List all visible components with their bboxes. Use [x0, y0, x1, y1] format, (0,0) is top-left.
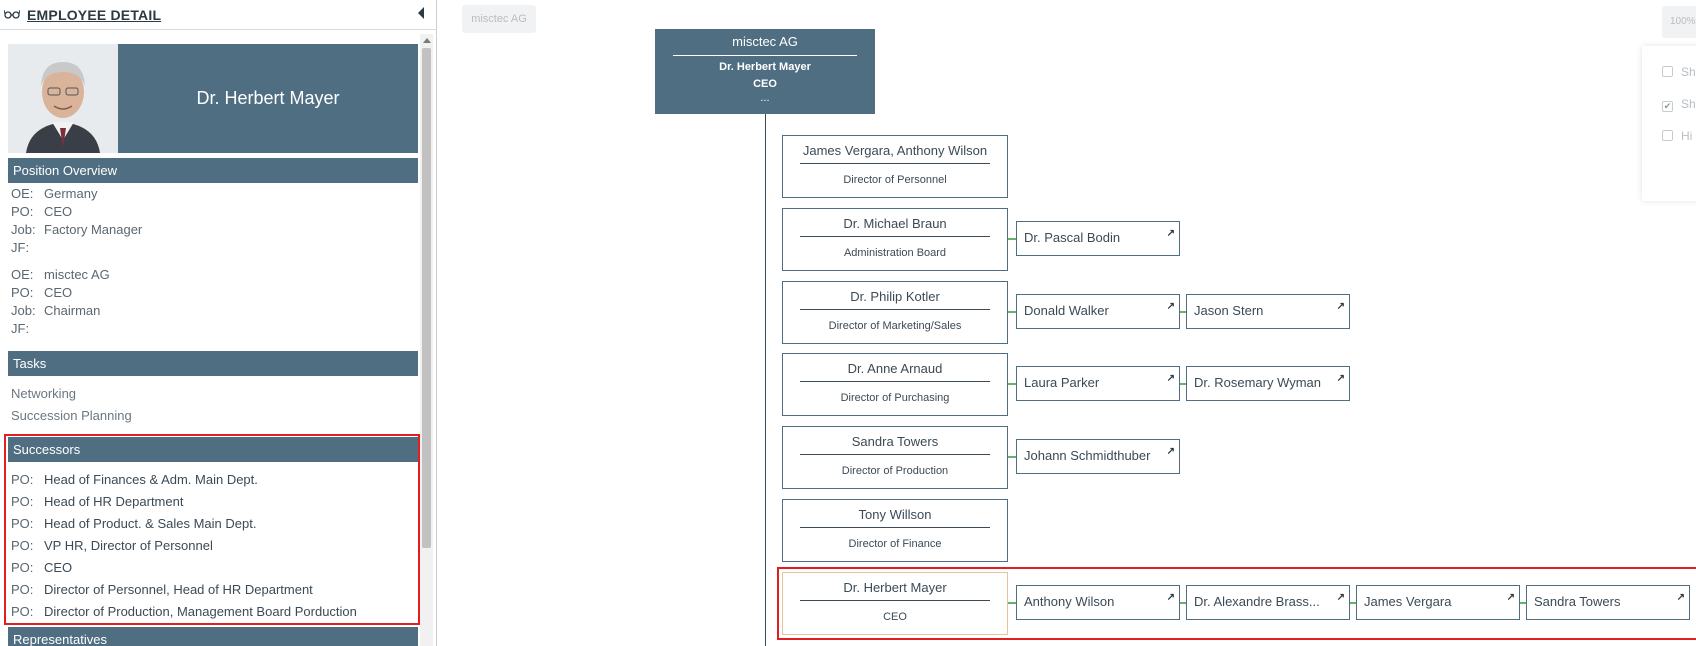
node-person-name: Dr. Philip Kotler: [850, 289, 940, 304]
scrollbar[interactable]: [420, 34, 433, 646]
node-position: Administration Board: [843, 247, 947, 259]
info-row: PO: CEO: [11, 204, 73, 219]
info-row: OE: misctec AG: [11, 267, 110, 282]
successor-card[interactable]: Laura Parker ↗: [1016, 366, 1180, 401]
external-link-icon[interactable]: ↗: [1337, 373, 1345, 384]
section-tasks[interactable]: Tasks: [8, 351, 418, 376]
root-position: CEO: [753, 78, 777, 90]
chevron-left-icon[interactable]: [418, 7, 424, 19]
position-node[interactable]: Sandra Towers Director of Production: [782, 426, 1008, 489]
successor-item[interactable]: PO: Head of HR Department: [11, 493, 183, 511]
divider: [800, 163, 990, 164]
zoom-button[interactable]: 100%: [1662, 6, 1696, 38]
successor-item[interactable]: PO: CEO: [11, 559, 72, 577]
successor-item[interactable]: PO: Head of Finances & Adm. Main Dept.: [11, 471, 258, 489]
external-link-icon[interactable]: ↗: [1167, 446, 1175, 457]
view-options-panel: Sh ✔ Sh Hi: [1642, 46, 1696, 201]
external-link-icon[interactable]: ↗: [1167, 228, 1175, 239]
position-node[interactable]: Dr. Anne Arnaud Director of Purchasing: [782, 353, 1008, 416]
position-node[interactable]: Dr. Philip Kotler Director of Marketing/S…: [782, 281, 1008, 344]
node-position: Director of Marketing/Sales: [828, 320, 962, 332]
successor-item[interactable]: PO: VP HR, Director of Personnel: [11, 537, 213, 555]
external-link-icon[interactable]: ↗: [1337, 301, 1345, 312]
option-item[interactable]: ✔ Sh: [1662, 97, 1696, 113]
successor-item[interactable]: PO: Director of Production, Management Bo…: [11, 603, 357, 621]
external-link-icon[interactable]: ↗: [1167, 301, 1175, 312]
node-position: Director of Personnel: [843, 174, 947, 186]
root-org-name: misctec AG: [732, 34, 798, 49]
successor-name: Donald Walker: [1024, 303, 1109, 318]
divider: [800, 309, 990, 310]
divider: [673, 55, 857, 56]
scroll-up-icon[interactable]: [423, 38, 431, 43]
selected-row-highlight: [777, 567, 1696, 640]
divider: [800, 454, 990, 455]
successor-item[interactable]: PO: Director of Personnel, Head of HR Dep…: [11, 581, 313, 599]
avatar: [8, 44, 118, 153]
successor-card[interactable]: Dr. Rosemary Wyman ↗: [1186, 366, 1350, 401]
task-item: Networking: [11, 386, 77, 401]
checkbox[interactable]: [1662, 66, 1673, 77]
section-position-overview[interactable]: Position Overview: [8, 158, 418, 183]
successor-connector: [1008, 383, 1016, 385]
position-node[interactable]: James Vergara, Anthony Wilson Director of…: [782, 135, 1008, 198]
position-node[interactable]: Dr. Michael Braun Administration Board: [782, 208, 1008, 271]
divider: [800, 527, 990, 528]
successor-connector: [1008, 238, 1016, 240]
breadcrumb-button[interactable]: misctec AG: [462, 5, 536, 33]
successor-name: Dr. Pascal Bodin: [1024, 230, 1121, 245]
checkbox-checked[interactable]: ✔: [1662, 101, 1673, 112]
info-row: JF:: [11, 240, 30, 255]
divider: [800, 236, 990, 237]
employee-detail-panel: EMPLOYEE DETAIL Dr. Herbert Mayer Positi…: [0, 0, 437, 646]
node-person-name: Dr. Anne Arnaud: [847, 361, 943, 376]
position-node[interactable]: Tony Willson Director of Finance: [782, 499, 1008, 562]
node-position: Director of Production: [841, 465, 949, 477]
glasses-icon: [4, 9, 20, 19]
successor-card[interactable]: Dr. Pascal Bodin ↗: [1016, 221, 1180, 256]
panel-title[interactable]: EMPLOYEE DETAIL: [27, 7, 161, 23]
profile-header: Dr. Herbert Mayer: [8, 44, 418, 153]
node-person-name: Sandra Towers: [851, 434, 939, 449]
node-person-name: Dr. Michael Braun: [843, 216, 947, 231]
org-root-node[interactable]: misctec AG Dr. Herbert Mayer CEO ...: [655, 29, 875, 114]
employee-name: Dr. Herbert Mayer: [196, 88, 340, 108]
info-row: Job: Chairman: [11, 303, 101, 318]
successor-name: Dr. Rosemary Wyman: [1194, 375, 1322, 390]
checkbox[interactable]: [1662, 130, 1673, 141]
successor-card[interactable]: Johann Schmidthuber ↗: [1016, 439, 1180, 474]
successor-connector: [1008, 456, 1016, 458]
successor-card[interactable]: Jason Stern ↗: [1186, 294, 1350, 329]
scrollbar-thumb[interactable]: [422, 48, 431, 548]
root-person-name: Dr. Herbert Mayer: [719, 61, 811, 73]
divider: [800, 381, 990, 382]
section-successors[interactable]: Successors: [8, 437, 418, 462]
section-representatives[interactable]: Representatives: [8, 627, 418, 646]
successor-item[interactable]: PO: Head of Product. & Sales Main Dept.: [11, 515, 256, 533]
tree-connector-line: [765, 114, 766, 646]
option-item[interactable]: Sh: [1662, 65, 1696, 81]
successor-name: Johann Schmidthuber: [1024, 448, 1151, 463]
more-icon[interactable]: ...: [655, 92, 875, 104]
node-person-name: Tony Willson: [858, 507, 932, 522]
node-position: Director of Finance: [848, 538, 942, 550]
node-position: Director of Purchasing: [840, 392, 950, 404]
node-person-name: James Vergara, Anthony Wilson: [802, 143, 988, 158]
info-row: Job: Factory Manager: [11, 222, 143, 237]
panel-header: EMPLOYEE DETAIL: [0, 0, 437, 30]
successor-name: Laura Parker: [1024, 375, 1100, 390]
app-root: EMPLOYEE DETAIL Dr. Herbert Mayer Positi…: [0, 0, 1696, 646]
info-row: JF:: [11, 321, 30, 336]
external-link-icon[interactable]: ↗: [1167, 373, 1175, 384]
successor-card[interactable]: Donald Walker ↗: [1016, 294, 1180, 329]
successor-name: Jason Stern: [1194, 303, 1264, 318]
successor-connector: [1008, 311, 1016, 313]
info-row: PO: CEO: [11, 285, 73, 300]
option-item[interactable]: Hi: [1662, 129, 1692, 145]
task-item: Succession Planning: [11, 408, 132, 423]
info-row: OE: Germany: [11, 186, 98, 201]
